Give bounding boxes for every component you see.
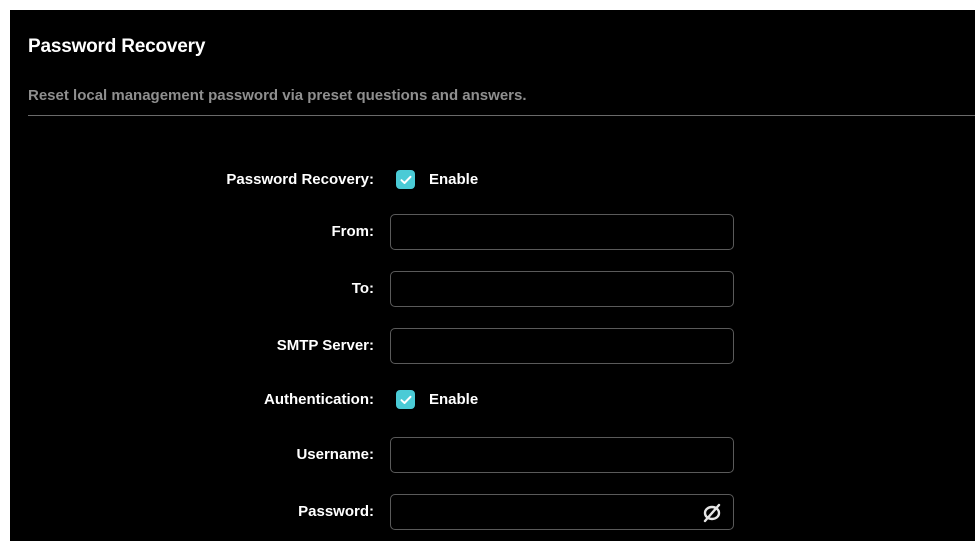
from-row: From: xyxy=(10,214,975,250)
password-recovery-panel: Password Recovery Reset local management… xyxy=(10,10,975,541)
to-input[interactable] xyxy=(390,271,734,307)
password-recovery-enable-label[interactable]: Enable xyxy=(429,171,478,188)
password-recovery-checkbox[interactable] xyxy=(396,170,415,189)
password-recovery-row: Password Recovery: Enable xyxy=(10,162,975,198)
divider xyxy=(28,115,975,116)
checkmark-icon xyxy=(400,175,411,184)
eye-slash-icon[interactable] xyxy=(701,503,723,523)
smtp-server-row: SMTP Server: xyxy=(10,328,975,364)
password-recovery-label: Password Recovery: xyxy=(226,171,374,188)
smtp-server-label: SMTP Server: xyxy=(276,337,374,354)
username-row: Username: xyxy=(10,437,975,473)
authentication-label: Authentication: xyxy=(264,391,374,408)
authentication-row: Authentication: Enable xyxy=(10,382,975,418)
smtp-server-input[interactable] xyxy=(390,328,734,364)
authentication-checkbox[interactable] xyxy=(396,390,415,409)
username-label: Username: xyxy=(296,446,374,463)
checkmark-icon xyxy=(400,395,411,404)
page-subtitle: Reset local management password via pres… xyxy=(28,87,527,104)
password-label: Password: xyxy=(298,503,374,520)
username-input[interactable] xyxy=(390,437,734,473)
from-input[interactable] xyxy=(390,214,734,250)
to-row: To: xyxy=(10,271,975,307)
from-label: From: xyxy=(331,223,375,240)
page-title: Password Recovery xyxy=(28,36,206,57)
password-input[interactable] xyxy=(390,494,734,530)
to-label: To: xyxy=(351,280,374,297)
authentication-enable-label[interactable]: Enable xyxy=(429,391,478,408)
password-row: Password: xyxy=(10,494,975,530)
